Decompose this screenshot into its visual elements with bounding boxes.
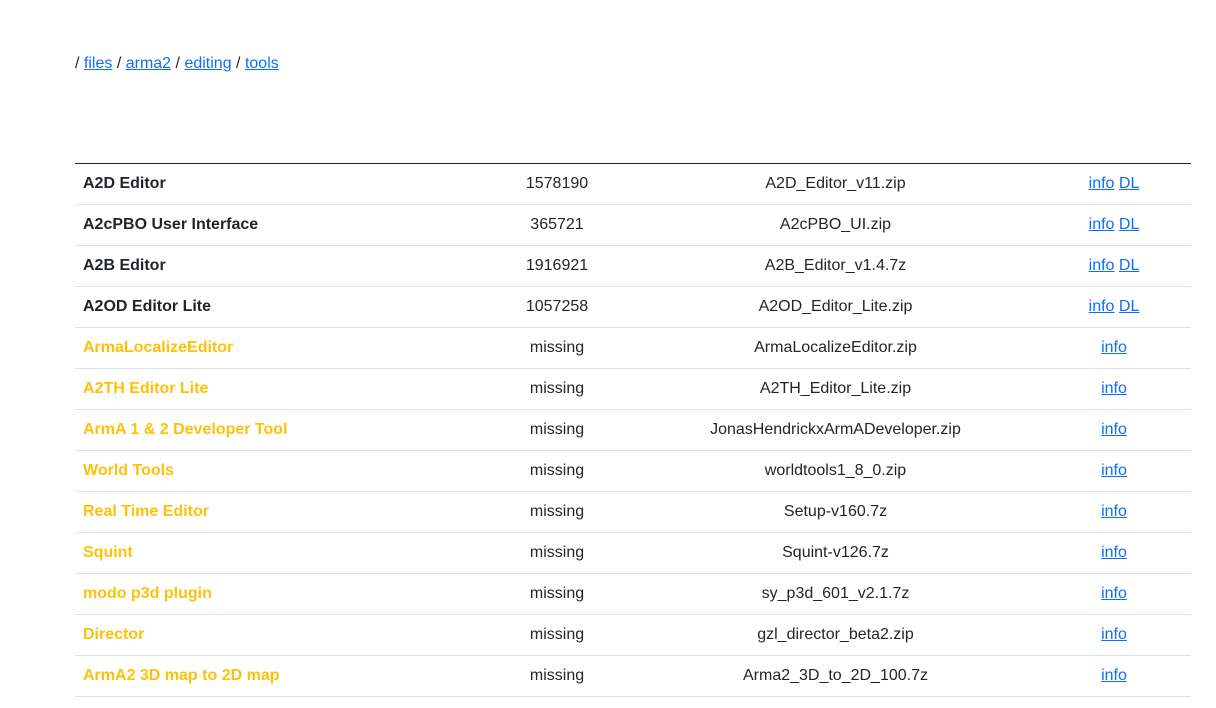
download-link[interactable]: DL: [1119, 257, 1139, 274]
file-name: A2cPBO_UI.zip: [634, 204, 1037, 246]
table-row: modo p3d plugin missing sy_p3d_601_v2.1.7z…: [75, 573, 1191, 615]
row-links: info: [1037, 655, 1191, 697]
info-link[interactable]: info: [1101, 380, 1127, 397]
info-link[interactable]: info: [1101, 544, 1127, 561]
breadcrumb-link-editing[interactable]: editing: [184, 55, 231, 72]
info-link[interactable]: info: [1101, 503, 1127, 520]
file-size: missing: [480, 491, 634, 533]
tool-name: ArmA2 3D map to 2D map: [75, 655, 480, 697]
file-name: JonasHendrickxArmADeveloper.zip: [634, 409, 1037, 451]
table-row: Squint missing Squint-v126.7z info: [75, 532, 1191, 574]
file-size: 365721: [480, 204, 634, 246]
table-row: A2B Editor 1916921 A2B_Editor_v1.4.7z info …: [75, 245, 1191, 287]
file-name: Arma2_3D_to_2D_100.7z: [634, 655, 1037, 697]
file-name: A2OD_Editor_Lite.zip: [634, 286, 1037, 328]
info-link[interactable]: info: [1101, 626, 1127, 643]
info-link[interactable]: info: [1089, 175, 1115, 192]
table-row: A2TH Editor Lite missing A2TH_Editor_Lite.…: [75, 368, 1191, 410]
tool-name: modo p3d plugin: [75, 573, 480, 615]
table-row: A2cPBO User Interface 365721 A2cPBO_UI.zip…: [75, 204, 1191, 246]
row-links: info DL: [1037, 245, 1191, 287]
file-name: sy_p3d_601_v2.1.7z: [634, 573, 1037, 615]
breadcrumb-link-arma2[interactable]: arma2: [126, 55, 171, 72]
file-size: missing: [480, 532, 634, 574]
download-link[interactable]: DL: [1119, 216, 1139, 233]
breadcrumb: / files / arma2 / editing / tools: [75, 53, 279, 75]
breadcrumb-link-files[interactable]: files: [84, 55, 112, 72]
tool-name: World Tools: [75, 450, 480, 492]
download-link[interactable]: DL: [1119, 175, 1139, 192]
breadcrumb-link-tools[interactable]: tools: [245, 55, 279, 72]
breadcrumb-root-separator: /: [75, 55, 80, 72]
table-row: ArmA 1 & 2 Developer Tool missing JonasHen…: [75, 409, 1191, 451]
row-links: info: [1037, 614, 1191, 656]
row-links: info: [1037, 368, 1191, 410]
file-size: missing: [480, 450, 634, 492]
table-row: ArmaLocalizeEditor missing ArmaLocalizeEdi…: [75, 327, 1191, 369]
tool-name: A2TH Editor Lite: [75, 368, 480, 410]
row-links: info: [1037, 450, 1191, 492]
table-row: Real Time Editor missing Setup-v160.7z info: [75, 491, 1191, 533]
info-link[interactable]: info: [1089, 298, 1115, 315]
breadcrumb-separator: /: [116, 55, 122, 72]
row-links: info: [1037, 573, 1191, 615]
table-row: Director missing gzl_director_beta2.zip inf…: [75, 614, 1191, 656]
tool-name: Director: [75, 614, 480, 656]
file-name: ArmaLocalizeEditor.zip: [634, 327, 1037, 369]
file-size: 1916921: [480, 245, 634, 287]
tool-name: ArmaLocalizeEditor: [75, 327, 480, 369]
breadcrumb-separator: /: [236, 55, 241, 72]
row-links: info DL: [1037, 204, 1191, 246]
file-size: missing: [480, 368, 634, 410]
tool-name: Real Time Editor: [75, 491, 480, 533]
info-link[interactable]: info: [1101, 421, 1127, 438]
tool-name: ArmA 1 & 2 Developer Tool: [75, 409, 480, 451]
info-link[interactable]: info: [1101, 462, 1127, 479]
tool-name: A2OD Editor Lite: [75, 286, 480, 328]
info-link[interactable]: info: [1089, 257, 1115, 274]
file-name: worldtools1_8_0.zip: [634, 450, 1037, 492]
row-links: info: [1037, 327, 1191, 369]
file-size: missing: [480, 409, 634, 451]
table-row: World Tools missing worldtools1_8_0.zip inf…: [75, 450, 1191, 492]
row-links: info: [1037, 491, 1191, 533]
table-row: A2OD Editor Lite 1057258 A2OD_Editor_Lite.…: [75, 286, 1191, 328]
table-row: ArmA2 3D map to 2D map missing Arma2_3D_to…: [75, 655, 1191, 697]
file-name: A2TH_Editor_Lite.zip: [634, 368, 1037, 410]
info-link[interactable]: info: [1089, 216, 1115, 233]
row-links: info: [1037, 409, 1191, 451]
file-size: missing: [480, 327, 634, 369]
info-link[interactable]: info: [1101, 339, 1127, 356]
file-name: gzl_director_beta2.zip: [634, 614, 1037, 656]
file-size: missing: [480, 573, 634, 615]
file-name: A2B_Editor_v1.4.7z: [634, 245, 1037, 287]
row-links: info DL: [1037, 286, 1191, 328]
file-name: Squint-v126.7z: [634, 532, 1037, 574]
file-name: A2D_Editor_v11.zip: [634, 163, 1037, 205]
info-link[interactable]: info: [1101, 585, 1127, 602]
info-link[interactable]: info: [1101, 667, 1127, 684]
files-table-body: A2D Editor 1578190 A2D_Editor_v11.zip info …: [75, 163, 1191, 697]
table-row: A2D Editor 1578190 A2D_Editor_v11.zip info …: [75, 163, 1191, 205]
tool-name: A2B Editor: [75, 245, 480, 287]
row-links: info: [1037, 532, 1191, 574]
file-size: missing: [480, 655, 634, 697]
files-table: A2D Editor 1578190 A2D_Editor_v11.zip info …: [75, 163, 1191, 697]
file-size: 1578190: [480, 163, 634, 205]
download-link[interactable]: DL: [1119, 298, 1139, 315]
breadcrumb-separator: /: [175, 55, 180, 72]
file-size: 1057258: [480, 286, 634, 328]
tool-name: Squint: [75, 532, 480, 574]
tool-name: A2cPBO User Interface: [75, 204, 480, 246]
tool-name: A2D Editor: [75, 163, 480, 205]
file-size: missing: [480, 614, 634, 656]
row-links: info DL: [1037, 163, 1191, 205]
file-name: Setup-v160.7z: [634, 491, 1037, 533]
